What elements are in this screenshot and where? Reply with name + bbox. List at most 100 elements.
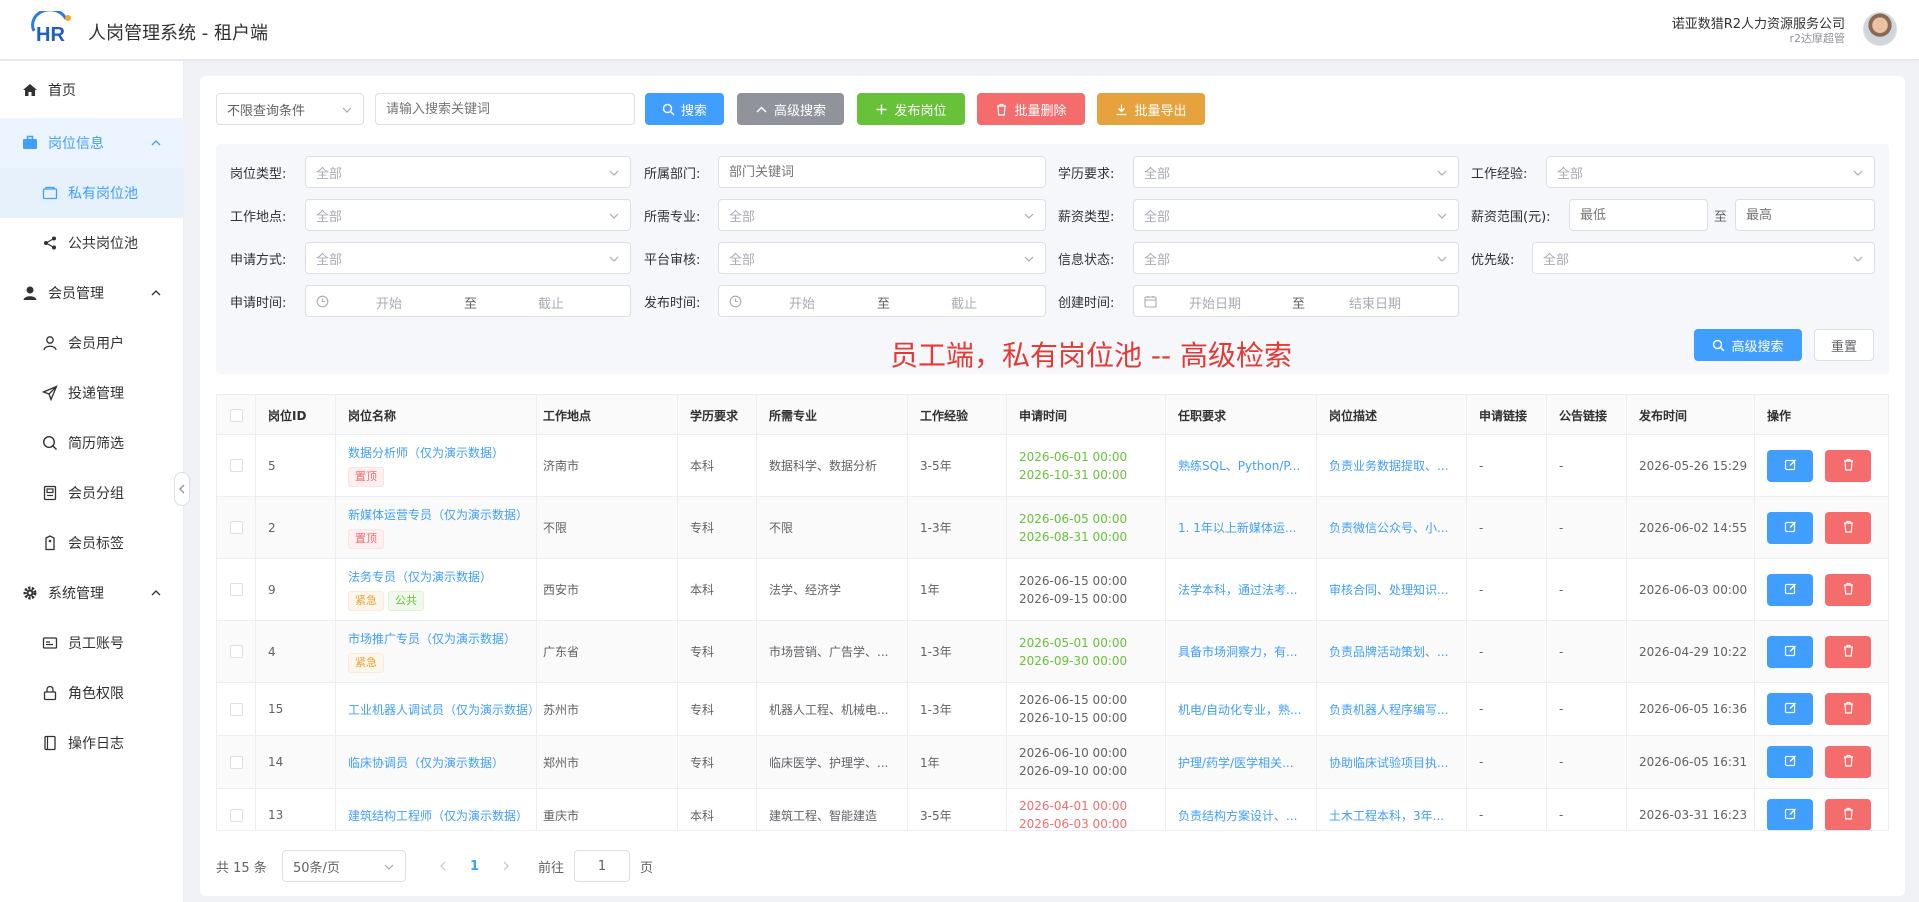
- job-name-link[interactable]: 市场推广专员（仅为演示数据）: [348, 630, 516, 647]
- job-name-wrap: 数据分析师（仅为演示数据） 置顶: [348, 444, 504, 487]
- sidebar-item-public-pool[interactable]: 公共岗位池: [0, 218, 184, 268]
- sidebar-collapse-button[interactable]: [174, 472, 190, 506]
- info-status-select[interactable]: 全部: [1133, 242, 1459, 274]
- location-select[interactable]: 全部: [305, 199, 631, 231]
- user-avatar[interactable]: [1863, 12, 1897, 46]
- prev-page-button[interactable]: [438, 850, 448, 882]
- sidebar-item-private-pool[interactable]: 私有岗位池: [0, 168, 184, 218]
- sidebar-item-staff-accounts[interactable]: 员工账号: [0, 618, 184, 668]
- row-checkbox[interactable]: [229, 808, 243, 822]
- priority-select[interactable]: 全部: [1532, 242, 1875, 274]
- publish-time-range[interactable]: 开始 至 截止: [718, 285, 1046, 317]
- job-requirements-link[interactable]: 负责结构方案设计、...: [1166, 789, 1317, 830]
- job-name-link[interactable]: 数据分析师（仅为演示数据）: [348, 444, 504, 461]
- job-type-select[interactable]: 全部: [305, 156, 631, 188]
- search-input[interactable]: [375, 93, 635, 125]
- row-checkbox[interactable]: [229, 645, 243, 658]
- job-requirements-link[interactable]: 具备市场洞察力，有...: [1166, 621, 1317, 682]
- job-name-cell: 临床协调员（仅为演示数据）: [336, 736, 537, 788]
- job-description-link[interactable]: 审核合同、处理知识...: [1317, 559, 1467, 620]
- search-button[interactable]: 搜索: [645, 93, 724, 125]
- job-name-link[interactable]: 建筑结构工程师（仅为演示数据）: [348, 807, 528, 824]
- next-page-button[interactable]: [501, 850, 511, 882]
- goto-page-input[interactable]: [574, 850, 630, 882]
- edit-button[interactable]: [1767, 635, 1813, 668]
- edit-button[interactable]: [1767, 693, 1813, 725]
- edit-button[interactable]: [1767, 799, 1813, 830]
- delete-button[interactable]: [1825, 449, 1871, 482]
- edit-button[interactable]: [1767, 511, 1813, 544]
- salary-min-input[interactable]: [1569, 199, 1708, 231]
- job-description-link[interactable]: 协助临床试验项目执...: [1317, 736, 1467, 788]
- batch-delete-button[interactable]: 批量删除: [977, 93, 1085, 125]
- advanced-search-toggle[interactable]: 高级搜索: [737, 93, 844, 125]
- select-all-checkbox[interactable]: [229, 408, 243, 422]
- search-button-label: 搜索: [680, 103, 707, 119]
- job-name-link[interactable]: 临床协调员（仅为演示数据）: [348, 754, 504, 771]
- row-checkbox[interactable]: [229, 521, 243, 534]
- sidebar-item-job-info[interactable]: 岗位信息: [0, 118, 184, 168]
- sidebar-item-member-groups[interactable]: 会员分组: [0, 468, 184, 518]
- create-time-range[interactable]: 开始日期 至 结束日期: [1133, 285, 1459, 317]
- delete-button[interactable]: [1825, 693, 1871, 725]
- job-description-link[interactable]: 负责机器人程序编写...: [1317, 683, 1467, 735]
- header-select-all[interactable]: [217, 395, 256, 435]
- sidebar-item-members[interactable]: 会员管理: [0, 268, 184, 318]
- condition-select[interactable]: 不限查询条件: [216, 93, 364, 125]
- row-checkbox[interactable]: [229, 702, 243, 716]
- advanced-search-button[interactable]: 高级搜索: [1694, 329, 1802, 361]
- delete-button[interactable]: [1825, 799, 1871, 830]
- reset-button[interactable]: 重置: [1814, 329, 1874, 361]
- job-location: 重庆市: [537, 789, 678, 830]
- sidebar-item-resume-filter[interactable]: 简历筛选: [0, 418, 184, 468]
- row-checkbox[interactable]: [229, 459, 243, 472]
- job-name-link[interactable]: 工业机器人调试员（仅为演示数据）: [348, 701, 536, 718]
- platform-review-select[interactable]: 全部: [718, 242, 1046, 274]
- job-description-link[interactable]: 负责品牌活动策划、...: [1317, 621, 1467, 682]
- apply-time-range[interactable]: 开始 至 截止: [305, 285, 631, 317]
- sidebar-item-role-permissions[interactable]: 角色权限: [0, 668, 184, 718]
- row-checkbox[interactable]: [229, 583, 243, 596]
- sidebar-item-member-users[interactable]: 会员用户: [0, 318, 184, 368]
- education-select[interactable]: 全部: [1133, 156, 1459, 188]
- delete-button[interactable]: [1825, 635, 1871, 668]
- edit-button[interactable]: [1767, 573, 1813, 606]
- sidebar-item-operation-log[interactable]: 操作日志: [0, 718, 184, 768]
- row-checkbox[interactable]: [229, 755, 243, 769]
- job-name-link[interactable]: 新媒体运营专员（仅为演示数据）: [348, 506, 528, 523]
- row-select-cell: [217, 435, 256, 496]
- header-description: 岗位描述: [1317, 395, 1467, 435]
- job-description-link[interactable]: 负责业务数据提取、...: [1317, 435, 1467, 496]
- apply-method-select[interactable]: 全部: [305, 242, 631, 274]
- job-requirements-link[interactable]: 机电/自动化专业，熟...: [1166, 683, 1317, 735]
- job-name-link[interactable]: 法务专员（仅为演示数据）: [348, 568, 492, 585]
- publish-job-button[interactable]: 发布岗位: [857, 93, 965, 125]
- edit-icon: [1784, 807, 1797, 823]
- sidebar-item-home[interactable]: 首页: [0, 65, 184, 115]
- delete-button[interactable]: [1825, 511, 1871, 544]
- sidebar-item-delivery[interactable]: 投递管理: [0, 368, 184, 418]
- edit-button[interactable]: [1767, 746, 1813, 778]
- delete-button[interactable]: [1825, 746, 1871, 778]
- salary-type-select[interactable]: 全部: [1133, 199, 1459, 231]
- chevron-down-icon: [608, 210, 620, 222]
- notice-link: -: [1547, 497, 1627, 558]
- page-number-1[interactable]: 1: [470, 850, 479, 882]
- department-input[interactable]: [718, 156, 1046, 188]
- page-size-select[interactable]: 50条/页: [282, 850, 406, 882]
- job-requirements-link[interactable]: 法学本科，通过法考...: [1166, 559, 1317, 620]
- sidebar-item-member-tags[interactable]: 会员标签: [0, 518, 184, 568]
- batch-export-button[interactable]: 批量导出: [1097, 93, 1205, 125]
- sidebar-item-system[interactable]: 系统管理: [0, 568, 184, 618]
- salary-max-input[interactable]: [1735, 199, 1875, 231]
- job-description-link[interactable]: 土木工程本科，3年...: [1317, 789, 1467, 830]
- job-description-link[interactable]: 负责微信公众号、小...: [1317, 497, 1467, 558]
- job-requirements-link[interactable]: 护理/药学/医学相关...: [1166, 736, 1317, 788]
- major-select[interactable]: 全部: [718, 199, 1046, 231]
- experience-select[interactable]: 全部: [1546, 156, 1875, 188]
- job-requirements-link[interactable]: 1. 1年以上新媒体运...: [1166, 497, 1317, 558]
- edit-button[interactable]: [1767, 449, 1813, 482]
- job-location: 苏州市: [537, 683, 678, 735]
- job-requirements-link[interactable]: 熟练SQL、Python/P...: [1166, 435, 1317, 496]
- delete-button[interactable]: [1825, 573, 1871, 606]
